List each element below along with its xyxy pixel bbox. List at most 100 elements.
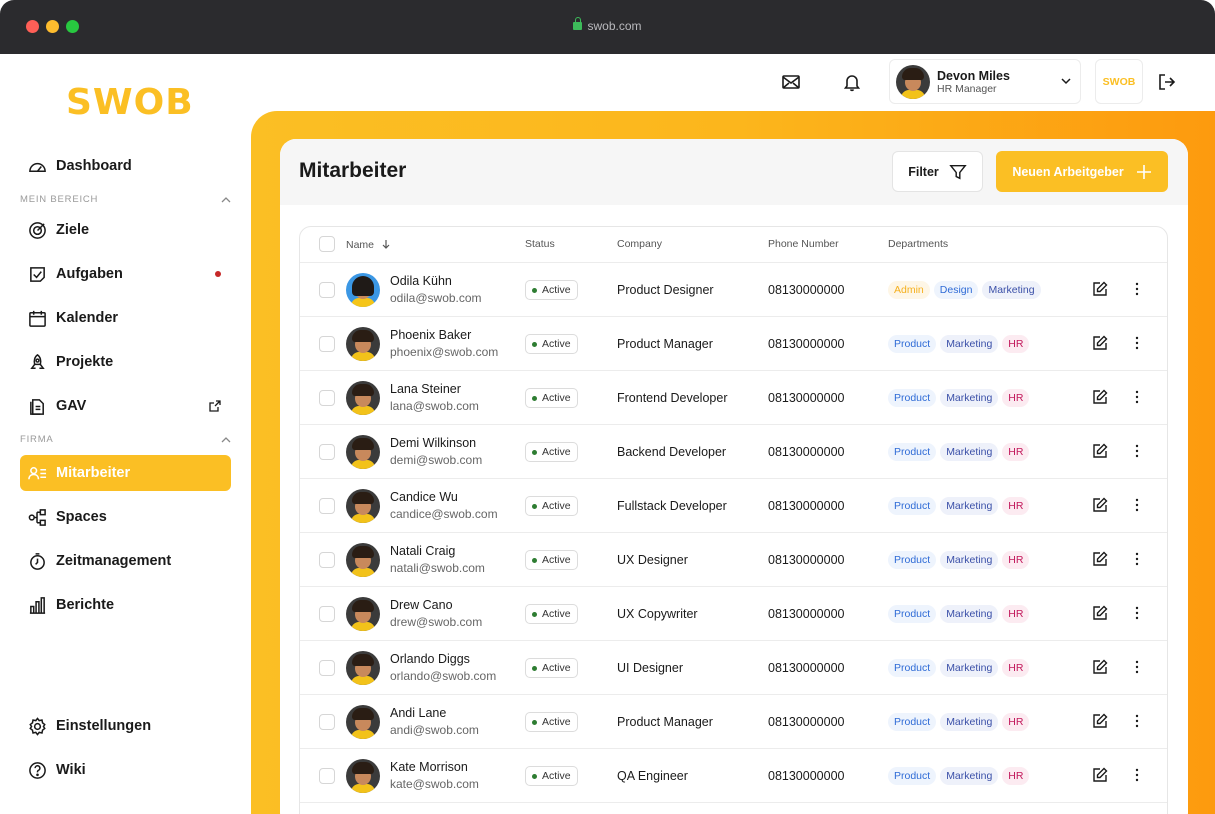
row-checkbox[interactable] xyxy=(319,606,335,622)
employee-name: Andi Lane xyxy=(390,706,447,720)
company-logo-chip[interactable]: SWOB xyxy=(1095,59,1143,104)
sidebar-item-label: Mitarbeiter xyxy=(56,465,131,481)
departments-cell: Product Marketing HR xyxy=(888,605,1030,623)
row-checkbox[interactable] xyxy=(319,444,335,460)
sidebar-item-gav[interactable]: GAV xyxy=(20,388,231,424)
more-options-icon[interactable] xyxy=(1132,335,1142,351)
edit-icon[interactable] xyxy=(1092,497,1108,513)
section-mein-bereich[interactable]: MEIN BEREICH xyxy=(20,194,231,205)
status-badge: Active xyxy=(525,712,578,732)
column-header-status[interactable]: Status xyxy=(525,238,555,250)
section-label: MEIN BEREICH xyxy=(20,194,99,205)
sidebar-item-spaces[interactable]: Spaces xyxy=(20,499,231,535)
column-header-phone[interactable]: Phone Number xyxy=(768,238,839,250)
column-header-company[interactable]: Company xyxy=(617,238,662,250)
status-text: Active xyxy=(542,446,571,458)
card-header: Mitarbeiter Filter Neuen Arbeitgeber xyxy=(280,139,1188,205)
table-row[interactable]: Demi Wilkinson demi@swob.com Active Back… xyxy=(300,425,1167,479)
edit-icon[interactable] xyxy=(1092,389,1108,405)
department-tag: HR xyxy=(1002,767,1030,785)
employee-name: Phoenix Baker xyxy=(390,328,472,342)
more-options-icon[interactable] xyxy=(1132,605,1142,621)
sidebar-item-ziele[interactable]: Ziele xyxy=(20,212,231,248)
department-tag: Product xyxy=(888,335,937,353)
sidebar-item-label: Zeitmanagement xyxy=(56,553,172,569)
row-checkbox[interactable] xyxy=(319,714,335,730)
table-row[interactable]: Lana Steiner lana@swob.com Active Fronte… xyxy=(300,371,1167,425)
phone-cell: 08130000000 xyxy=(768,499,845,513)
logout-icon[interactable] xyxy=(1157,72,1177,92)
edit-icon[interactable] xyxy=(1092,281,1108,297)
sidebar-item-projekte[interactable]: Projekte xyxy=(20,344,231,380)
row-checkbox[interactable] xyxy=(319,390,335,406)
more-options-icon[interactable] xyxy=(1132,551,1142,567)
employee-name: Kate Morrison xyxy=(390,760,468,774)
row-checkbox[interactable] xyxy=(319,768,335,784)
lock-icon xyxy=(573,17,583,30)
avatar xyxy=(346,543,380,577)
edit-icon[interactable] xyxy=(1092,659,1108,675)
spaces-icon xyxy=(28,508,47,527)
more-options-icon[interactable] xyxy=(1132,713,1142,729)
edit-icon[interactable] xyxy=(1092,443,1108,459)
section-firma[interactable]: FIRMA xyxy=(20,434,231,445)
department-tag: Product xyxy=(888,551,937,569)
table-row[interactable]: Candice Wu candice@swob.com Active Fulls… xyxy=(300,479,1167,533)
status-dot xyxy=(532,773,537,779)
column-header-departments[interactable]: Departments xyxy=(888,238,948,250)
more-options-icon[interactable] xyxy=(1132,659,1142,675)
sidebar-item-zeitmanagement[interactable]: Zeitmanagement xyxy=(20,543,231,579)
bell-icon[interactable] xyxy=(842,72,862,92)
department-tag: Product xyxy=(888,767,937,785)
status-badge: Active xyxy=(525,496,578,516)
sidebar-item-wiki[interactable]: Wiki xyxy=(20,752,231,788)
sidebar-item-einstellungen[interactable]: Einstellungen xyxy=(20,708,231,744)
company-cell: Product Manager xyxy=(617,715,713,729)
table-row[interactable]: Orlando Diggs orlando@swob.com Active UI… xyxy=(300,641,1167,695)
table-row[interactable]: Andi Lane andi@swob.com Active Product M… xyxy=(300,695,1167,749)
sidebar-item-mitarbeiter[interactable]: Mitarbeiter xyxy=(20,455,231,491)
sidebar-item-label: Spaces xyxy=(56,509,107,525)
table-row[interactable]: Drew Cano drew@swob.com Active UX Copywr… xyxy=(300,587,1167,641)
edit-icon[interactable] xyxy=(1092,605,1108,621)
bar-chart-icon xyxy=(28,596,47,615)
more-options-icon[interactable] xyxy=(1132,767,1142,783)
user-profile-menu[interactable]: Devon Miles HR Manager xyxy=(889,59,1081,104)
sidebar-item-aufgaben[interactable]: Aufgaben xyxy=(20,256,231,292)
more-options-icon[interactable] xyxy=(1132,443,1142,459)
sidebar-item-berichte[interactable]: Berichte xyxy=(20,587,231,623)
row-checkbox[interactable] xyxy=(319,336,335,352)
sidebar-item-dashboard[interactable]: Dashboard xyxy=(20,148,231,184)
row-checkbox[interactable] xyxy=(319,282,335,298)
edit-icon[interactable] xyxy=(1092,335,1108,351)
table-row[interactable]: Kate Morrison kate@swob.com Active QA En… xyxy=(300,749,1167,803)
row-checkbox[interactable] xyxy=(319,660,335,676)
sidebar-item-kalender[interactable]: Kalender xyxy=(20,300,231,336)
edit-icon[interactable] xyxy=(1092,767,1108,783)
more-options-icon[interactable] xyxy=(1132,281,1142,297)
status-badge: Active xyxy=(525,550,578,570)
mail-icon[interactable] xyxy=(781,72,801,92)
row-checkbox[interactable] xyxy=(319,498,335,514)
more-options-icon[interactable] xyxy=(1132,497,1142,513)
phone-cell: 08130000000 xyxy=(768,337,845,351)
more-options-icon[interactable] xyxy=(1132,389,1142,405)
edit-icon[interactable] xyxy=(1092,713,1108,729)
add-employer-button[interactable]: Neuen Arbeitgeber xyxy=(996,151,1168,192)
department-tag: HR xyxy=(1002,659,1030,677)
filter-button[interactable]: Filter xyxy=(892,151,983,192)
company-cell: Fullstack Developer xyxy=(617,499,727,513)
table-row[interactable]: Phoenix Baker phoenix@swob.com Active Pr… xyxy=(300,317,1167,371)
departments-cell: Product Marketing HR xyxy=(888,767,1030,785)
row-checkbox[interactable] xyxy=(319,552,335,568)
logo[interactable]: SWOB xyxy=(66,82,194,123)
table-row[interactable]: Odila Kühn odila@swob.com Active Product… xyxy=(300,263,1167,317)
column-header-name[interactable]: Name xyxy=(346,238,391,251)
select-all-checkbox[interactable] xyxy=(319,236,335,252)
timer-icon xyxy=(28,552,47,571)
edit-icon[interactable] xyxy=(1092,551,1108,567)
avatar xyxy=(346,705,380,739)
address-bar[interactable]: swob.com xyxy=(0,17,1215,33)
departments-cell: Admin Design Marketing xyxy=(888,281,1041,299)
table-row[interactable]: Natali Craig natali@swob.com Active UX D… xyxy=(300,533,1167,587)
